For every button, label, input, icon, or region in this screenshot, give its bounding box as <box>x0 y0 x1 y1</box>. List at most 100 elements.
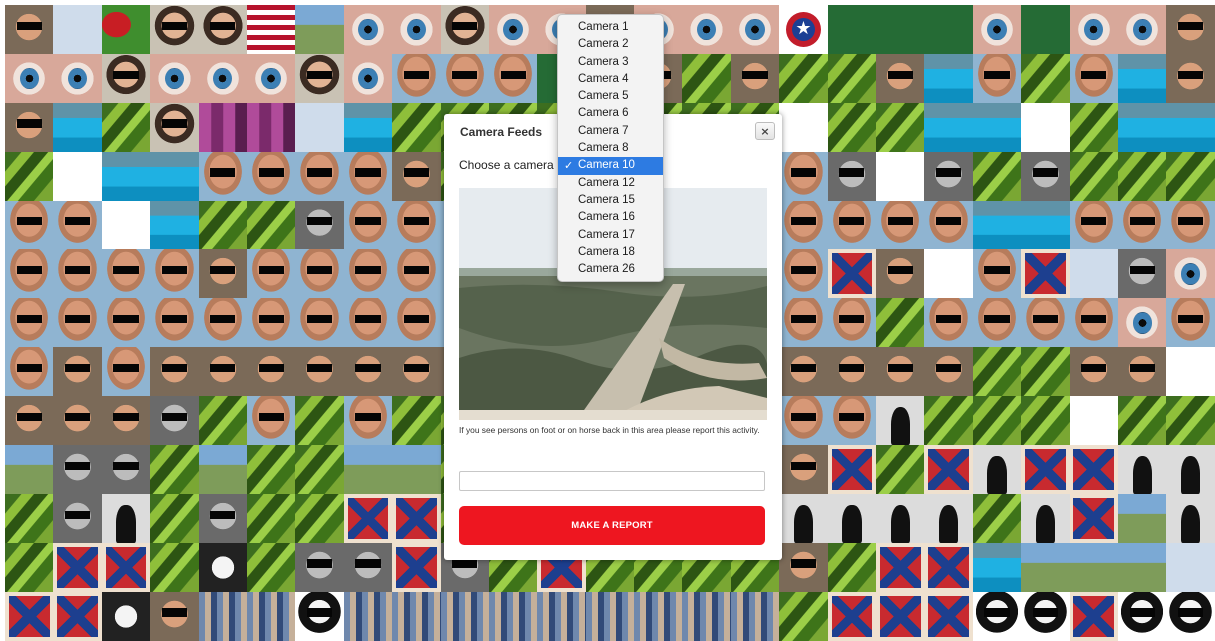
camera-option[interactable]: Camera 2 <box>558 36 663 53</box>
mosaic-tile <box>295 53 344 103</box>
mosaic-tile <box>5 445 54 494</box>
mosaic-tile <box>343 445 393 494</box>
mosaic-tile <box>53 249 102 299</box>
mosaic-tile <box>1166 298 1215 348</box>
mosaic-tile <box>827 200 877 250</box>
mosaic-tile <box>1021 249 1070 299</box>
mosaic-tile <box>53 151 102 201</box>
mosaic-tile <box>779 542 828 592</box>
camera-option[interactable]: Camera 18 <box>558 244 663 261</box>
mosaic-tile <box>246 445 296 494</box>
make-report-button[interactable]: MAKE A REPORT <box>459 506 765 545</box>
mosaic-tile <box>246 298 296 348</box>
mosaic-tile <box>150 298 199 348</box>
mosaic-tile <box>1021 53 1070 103</box>
close-icon[interactable]: × <box>755 122 775 140</box>
camera-option[interactable]: Camera 3 <box>558 54 663 71</box>
camera-option[interactable]: Camera 12 <box>558 175 663 192</box>
mosaic-tile <box>876 396 925 446</box>
camera-option[interactable]: Camera 15 <box>558 192 663 209</box>
camera-option[interactable]: Camera 5 <box>558 88 663 105</box>
mosaic-tile <box>150 249 199 299</box>
camera-option[interactable]: Camera 26 <box>558 261 663 278</box>
mosaic-tile <box>101 542 151 592</box>
mosaic-tile <box>924 542 973 592</box>
mosaic-tile <box>1069 298 1118 348</box>
mosaic-tile <box>682 53 731 103</box>
mosaic-tile <box>537 591 586 641</box>
camera-option[interactable]: Camera 16 <box>558 209 663 226</box>
mosaic-tile <box>488 53 538 103</box>
mosaic-tile <box>101 151 151 201</box>
mosaic-tile <box>972 53 1022 103</box>
camera-option[interactable]: Camera 6 <box>558 105 663 122</box>
mosaic-tile <box>876 102 925 152</box>
camera-option[interactable]: Camera 8 <box>558 140 663 157</box>
camera-select-dropdown[interactable]: Camera 1 Camera 2 Camera 3 Camera 4 Camera 5… <box>557 14 664 282</box>
mosaic-tile <box>53 53 102 103</box>
mosaic-tile <box>1166 445 1215 494</box>
mosaic-tile <box>53 298 102 348</box>
checkmark-icon: ✓ <box>564 159 574 173</box>
mosaic-tile <box>295 249 344 299</box>
mosaic-tile <box>1166 151 1215 201</box>
mosaic-tile <box>1166 5 1215 54</box>
mosaic-tile <box>1117 102 1167 152</box>
report-input[interactable] <box>459 471 765 491</box>
mosaic-tile <box>1069 396 1118 446</box>
mosaic-tile <box>1069 445 1118 494</box>
mosaic-tile <box>150 102 199 152</box>
mosaic-tile <box>53 591 102 641</box>
mosaic-tile <box>1166 249 1215 299</box>
choose-camera-label: Choose a camera <box>459 158 554 172</box>
camera-option[interactable]: Camera 17 <box>558 227 663 244</box>
mosaic-tile <box>246 53 296 103</box>
camera-option-label: Camera 10 <box>578 159 635 172</box>
camera-option-label: Camera 17 <box>578 228 635 241</box>
mosaic-tile <box>5 542 54 592</box>
mosaic-tile <box>876 591 925 641</box>
mosaic-tile <box>295 298 344 348</box>
mosaic-tile <box>295 591 344 641</box>
mosaic-tile <box>343 542 393 592</box>
mosaic-tile <box>101 347 151 397</box>
mosaic-tile <box>53 396 102 446</box>
mosaic-tile <box>1021 542 1070 592</box>
mosaic-tile <box>827 347 877 397</box>
mosaic-tile <box>585 591 635 641</box>
mosaic-tile <box>779 493 828 543</box>
mosaic-tile: ★ <box>779 5 827 54</box>
mosaic-tile <box>876 347 925 397</box>
mosaic-tile <box>392 445 441 494</box>
mosaic-tile <box>1021 151 1070 201</box>
mosaic-tile <box>246 5 296 54</box>
mosaic-tile <box>295 542 344 592</box>
mosaic-tile <box>101 493 151 543</box>
mosaic-tile <box>440 5 489 54</box>
mosaic-tile <box>392 53 441 103</box>
mosaic-tile <box>392 102 441 152</box>
mosaic-tile <box>1021 445 1070 494</box>
mosaic-tile <box>295 445 344 494</box>
mosaic-tile <box>779 151 828 201</box>
mosaic-tile <box>150 445 199 494</box>
mosaic-tile <box>101 5 151 54</box>
mosaic-tile <box>1166 396 1215 446</box>
mosaic-tile <box>1166 542 1215 592</box>
camera-option[interactable]: Camera 4 <box>558 71 663 88</box>
mosaic-tile <box>682 5 731 54</box>
mosaic-tile <box>972 396 1022 446</box>
mosaic-tile <box>5 151 54 201</box>
camera-option[interactable]: Camera 7 <box>558 123 663 140</box>
mosaic-tile <box>827 591 877 641</box>
mosaic-tile <box>1117 493 1167 543</box>
camera-option[interactable]: Camera 1 <box>558 19 663 36</box>
mosaic-tile <box>150 53 199 103</box>
mosaic-tile <box>5 591 54 641</box>
mosaic-tile <box>1117 53 1167 103</box>
mosaic-tile <box>924 151 973 201</box>
mosaic-tile <box>827 53 877 103</box>
camera-option[interactable]: ✓ Camera 10 <box>558 157 663 175</box>
mosaic-tile <box>101 591 151 641</box>
mosaic-tile <box>295 200 344 250</box>
